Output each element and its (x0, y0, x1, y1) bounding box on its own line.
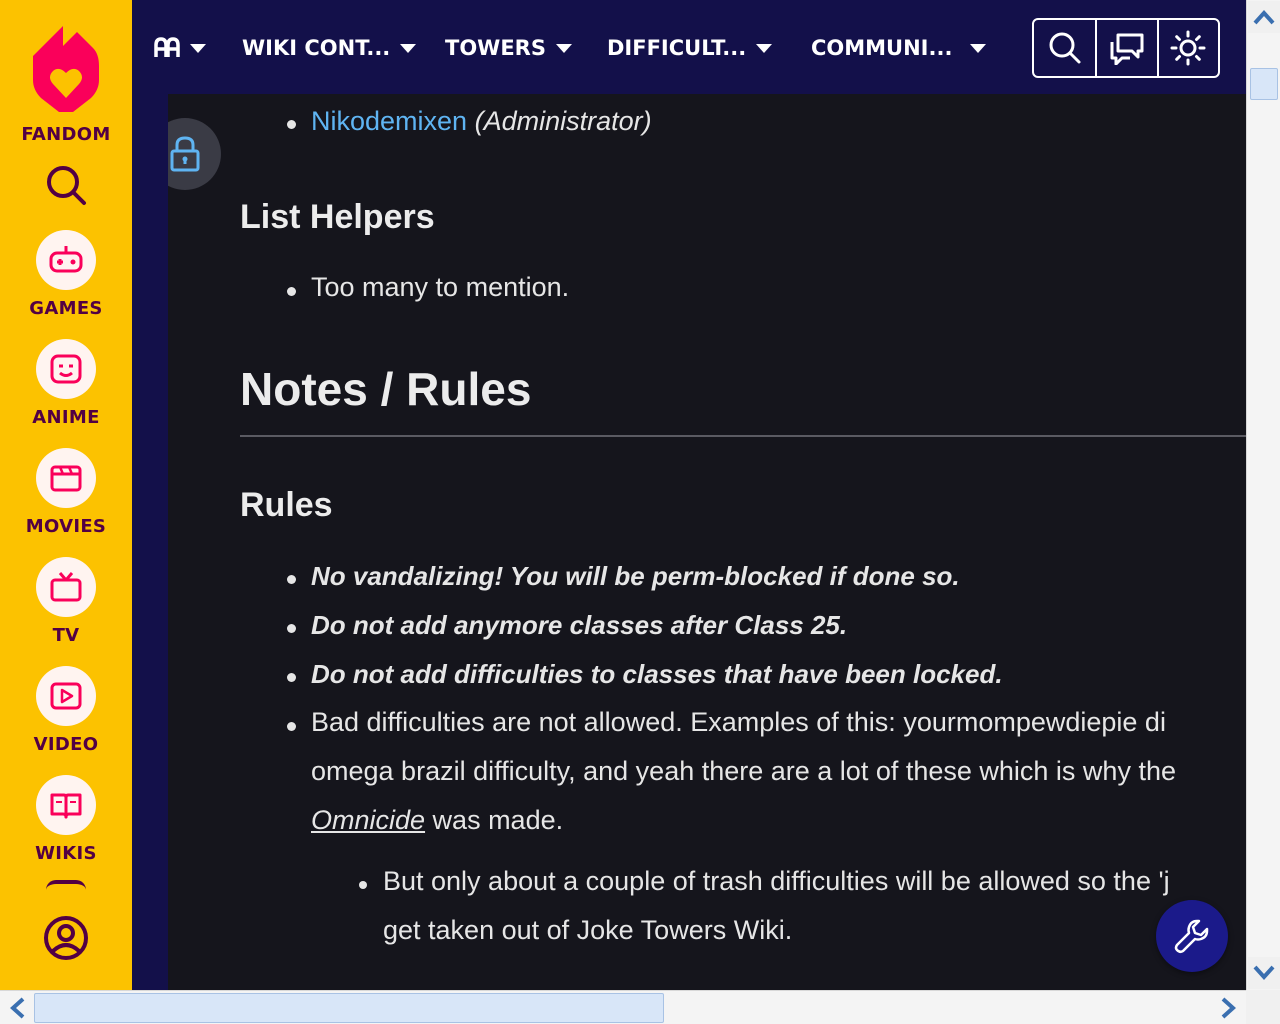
rail-item-label: WIKIS (35, 843, 97, 864)
admin-user-link[interactable]: Nikodemixen (311, 106, 467, 136)
fandom-global-nav: FANDOM GAMES ANIME MOVIES TV VIDEO WIKIS (0, 0, 132, 990)
helpers-list-item: Too many to mention. (311, 272, 570, 302)
list-bullet (287, 287, 296, 296)
admin-role: (Administrator) (474, 106, 652, 136)
sun-icon (1170, 30, 1206, 66)
header-actions (1032, 18, 1220, 78)
article-content: Nikodemixen (Administrator) List Helpers… (168, 94, 1246, 990)
list-bullet (287, 673, 296, 682)
rail-item-label: MOVIES (25, 516, 107, 537)
rail-item-label: TV (52, 625, 80, 646)
rule-item: Do not add difficulties to classes that … (311, 659, 1003, 689)
chevron-down-icon (1253, 965, 1275, 980)
chevron-down-icon (190, 43, 206, 53)
bad-difficulties-line-3: Omnicide was made. (311, 805, 563, 836)
rail-item-label: GAMES (29, 298, 103, 319)
scroll-left-arrow[interactable] (1, 992, 33, 1024)
content-side-strip (132, 0, 168, 990)
horizontal-scrollbar[interactable] (0, 990, 1246, 1024)
scroll-up-arrow[interactable] (1248, 1, 1280, 33)
page-protection-button[interactable] (168, 118, 221, 190)
rail-item-label: ANIME (32, 407, 100, 428)
chevron-down-icon (970, 43, 987, 53)
community-header: WIKI CONT... TOWERS DIFFICULT... COMMUNI… (132, 0, 1246, 94)
theme-toggle-button[interactable] (1156, 20, 1218, 76)
chevron-right-icon (1221, 997, 1236, 1019)
play-icon (36, 666, 96, 726)
rail-more-item (46, 880, 86, 890)
rule-item: No vandalizing! You will be perm-blocked… (311, 561, 960, 591)
list-bullet (287, 120, 296, 129)
fandom-label: FANDOM (21, 124, 111, 145)
book-icon (36, 775, 96, 835)
user-avatar-icon[interactable] (43, 915, 89, 961)
rail-item-video[interactable]: VIDEO (0, 666, 132, 766)
notes-rules-heading: Notes / Rules (240, 363, 532, 415)
nav-label: WIKI CONT... (242, 36, 391, 60)
wiki-logo-icon (154, 37, 180, 57)
horizontal-scroll-thumb[interactable] (34, 993, 664, 1023)
nav-explore-menu[interactable] (154, 34, 206, 62)
was-made-text: was made. (425, 805, 564, 835)
fandom-logo-icon[interactable] (33, 20, 99, 112)
list-bullet (287, 575, 296, 584)
search-icon (1049, 32, 1081, 64)
tv-icon (36, 557, 96, 617)
sub-list-bullet (359, 881, 367, 889)
search-icon[interactable] (44, 163, 88, 207)
scroll-down-arrow[interactable] (1248, 957, 1280, 989)
heading-divider (240, 435, 1246, 437)
chevron-left-icon (10, 997, 25, 1019)
gamepad-icon (36, 230, 96, 290)
nav-label: TOWERS (445, 36, 546, 60)
discussions-button[interactable] (1095, 20, 1156, 76)
page-tools-button[interactable] (1156, 900, 1228, 972)
bad-difficulties-line-2: omega brazil difficulty, and yeah there … (311, 756, 1176, 786)
rail-item-wikis[interactable]: WIKIS (0, 775, 132, 875)
list-bullet (287, 722, 296, 731)
chevron-down-icon (400, 43, 417, 53)
nav-label: DIFFICULT... (607, 36, 747, 60)
nav-community[interactable]: COMMUNI... (811, 34, 987, 62)
list-helpers-heading: List Helpers (240, 198, 435, 236)
bad-difficulties-line-1: Bad difficulties are not allowed. Exampl… (311, 707, 1166, 737)
nav-wiki-content[interactable]: WIKI CONT... (242, 34, 417, 62)
sub-item-line-2: get taken out of Joke Towers Wiki. (383, 915, 793, 945)
search-button[interactable] (1034, 20, 1095, 76)
omnicide-link[interactable]: Omnicide (311, 805, 425, 835)
sub-item-line-1: But only about a couple of trash difficu… (383, 866, 1170, 896)
chevron-down-icon (756, 43, 773, 53)
admin-list-item: Nikodemixen (Administrator) (311, 106, 652, 137)
clapperboard-icon (36, 448, 96, 508)
rail-item-games[interactable]: GAMES (0, 230, 132, 330)
rail-item-label: VIDEO (33, 734, 99, 755)
nav-label: COMMUNI... (811, 36, 953, 60)
lock-icon (170, 136, 200, 172)
chat-bubbles-icon (1110, 33, 1144, 65)
vertical-scrollbar[interactable] (1246, 0, 1280, 990)
scroll-right-arrow[interactable] (1213, 992, 1245, 1024)
nav-towers[interactable]: TOWERS (445, 34, 572, 62)
rules-heading: Rules (240, 486, 333, 524)
rail-item-tv[interactable]: TV (0, 557, 132, 657)
chevron-down-icon (555, 43, 572, 53)
wrench-icon (1174, 919, 1209, 954)
nav-difficulties[interactable]: DIFFICULT... (607, 34, 773, 62)
list-bullet (287, 624, 296, 633)
vertical-scroll-thumb[interactable] (1250, 68, 1278, 100)
chevron-up-icon (1253, 10, 1275, 25)
rail-item-anime[interactable]: ANIME (0, 339, 132, 439)
rule-item: Do not add anymore classes after Class 2… (311, 610, 848, 640)
scrollbar-corner (1246, 990, 1280, 1024)
rail-item-movies[interactable]: MOVIES (0, 448, 132, 548)
anime-face-icon (36, 339, 96, 399)
